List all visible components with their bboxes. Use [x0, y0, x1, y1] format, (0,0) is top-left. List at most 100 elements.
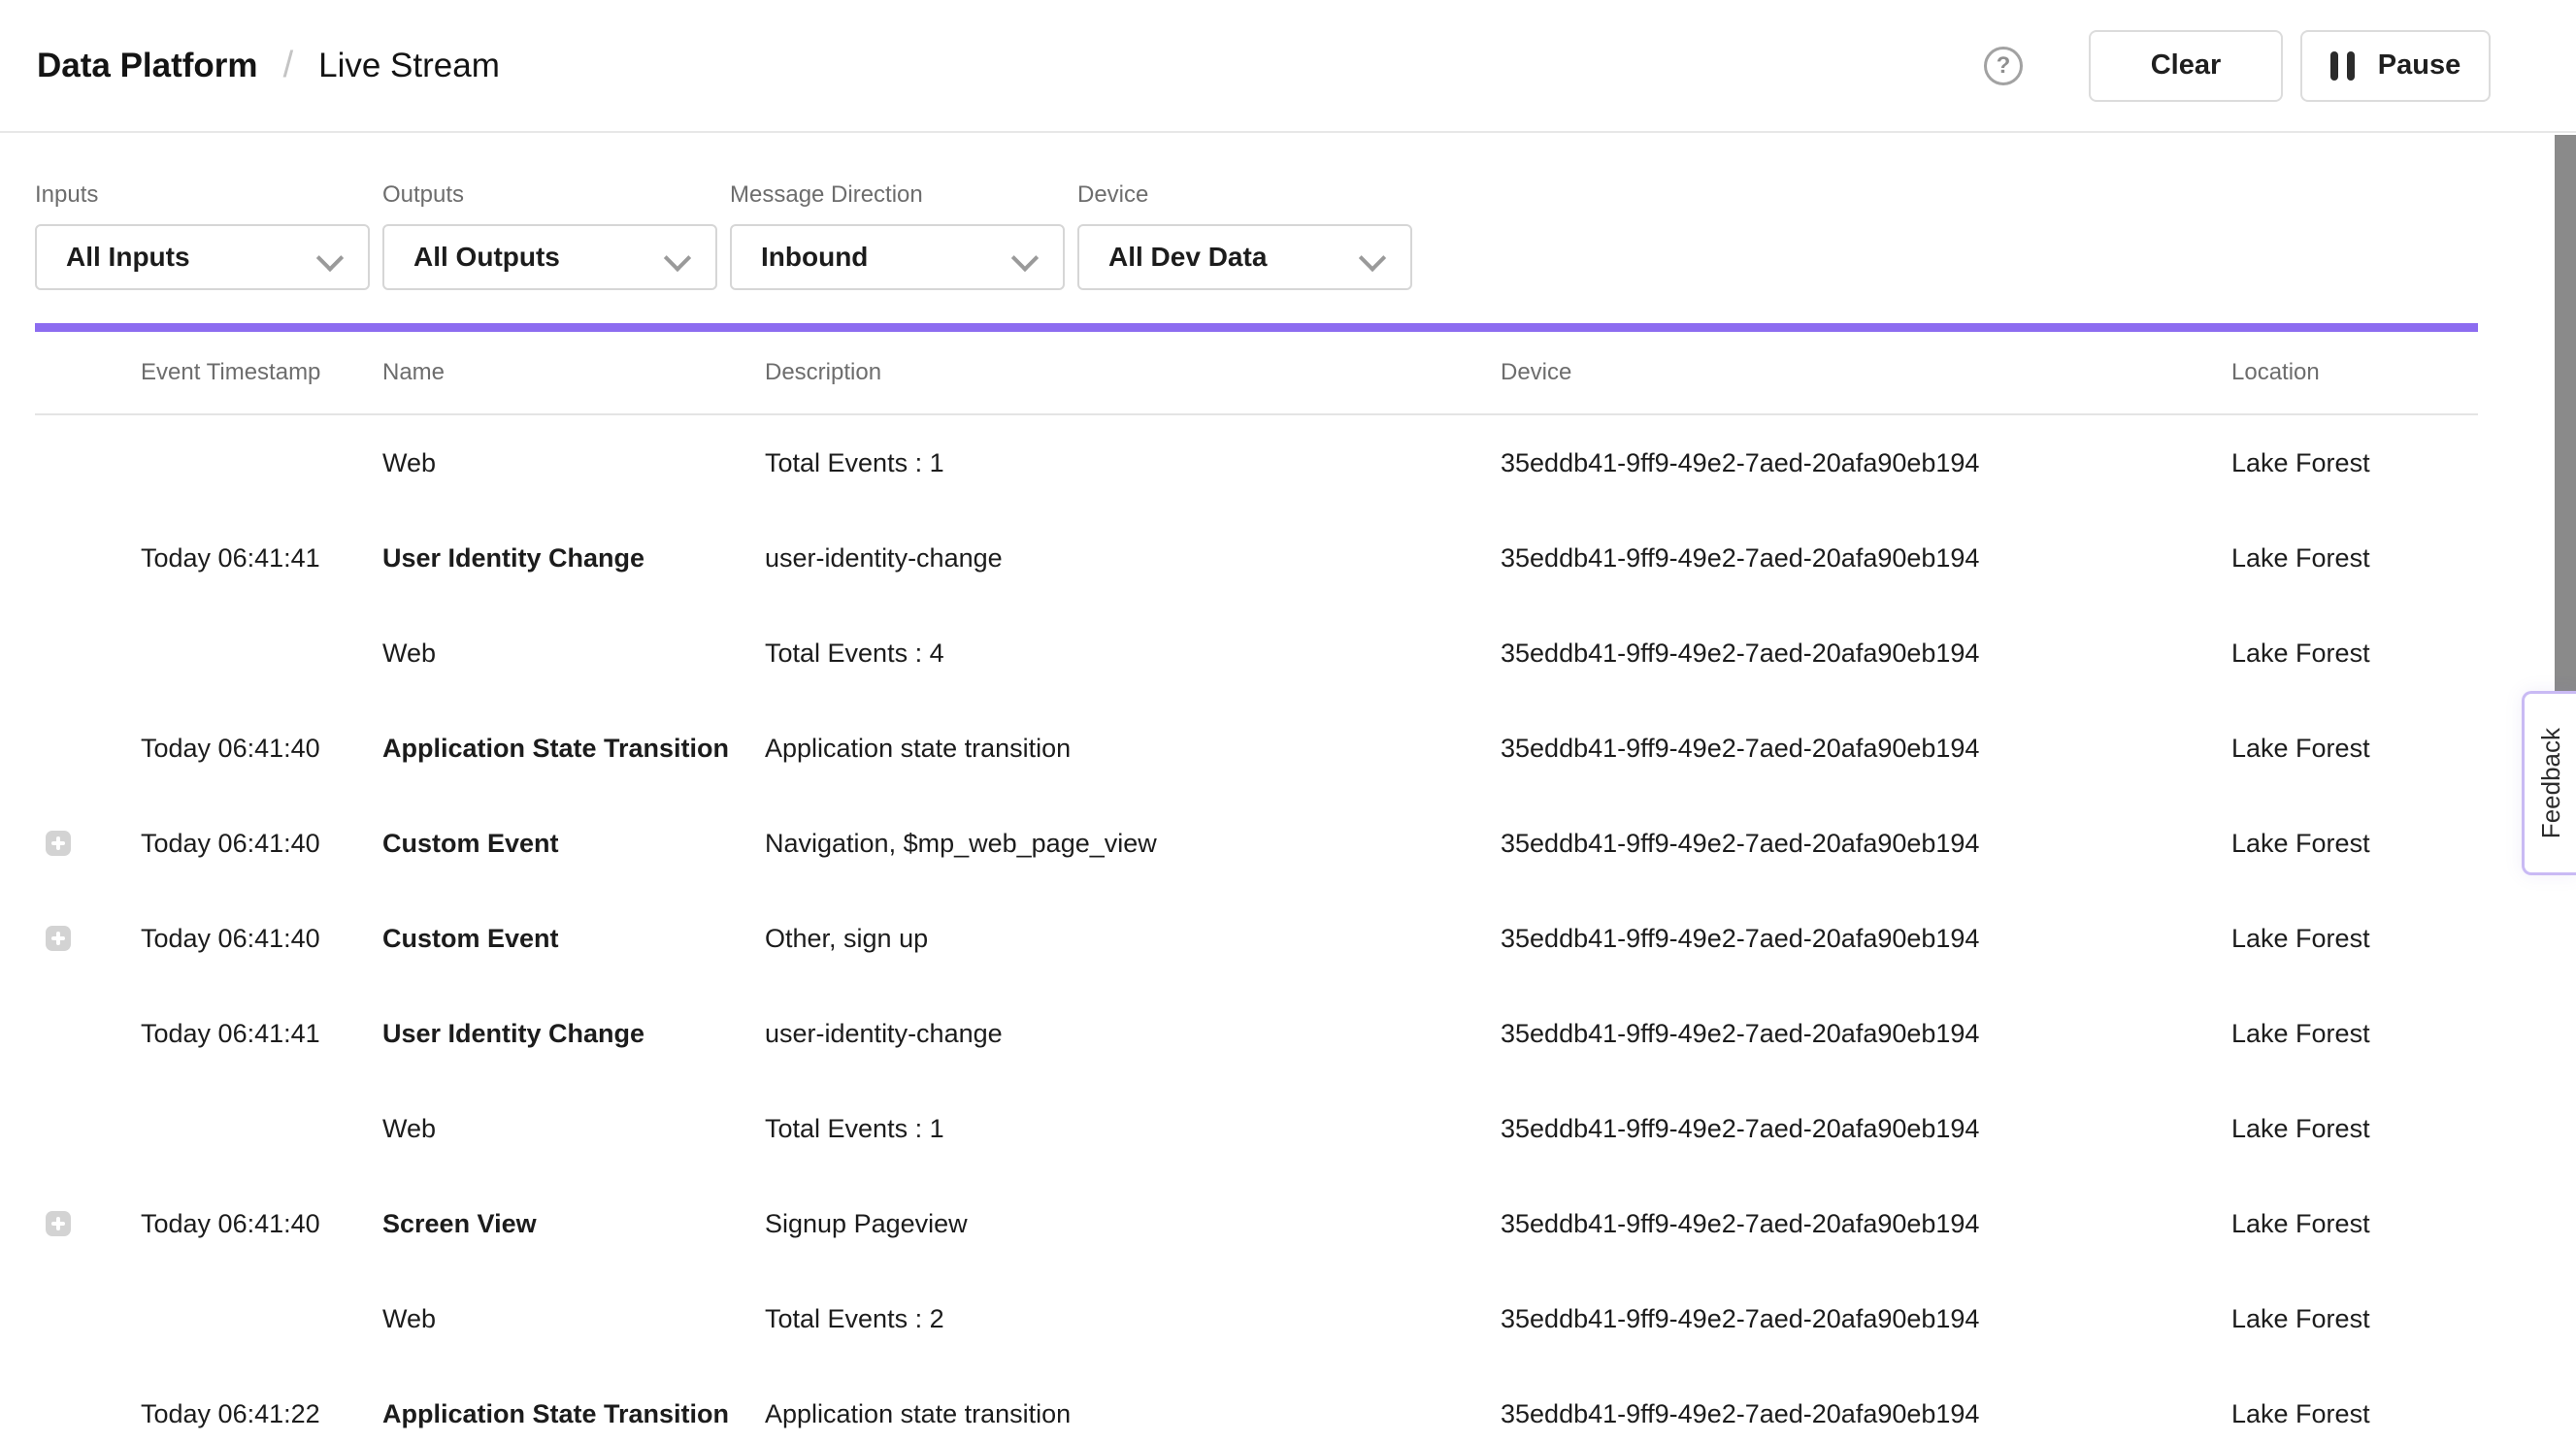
table-row[interactable]: Today 06:41:41User Identity Changeuser-i…	[35, 510, 2478, 606]
table-row[interactable]: WebTotal Events : 135eddb41-9ff9-49e2-7a…	[35, 415, 2478, 510]
device-id: 35eddb41-9ff9-49e2-7aed-20afa90eb194	[1501, 1209, 2231, 1239]
event-description: Navigation, $mp_web_page_view	[765, 829, 1501, 859]
event-description: Total Events : 2	[765, 1304, 1501, 1334]
plus-icon	[56, 836, 60, 850]
device-id: 35eddb41-9ff9-49e2-7aed-20afa90eb194	[1501, 543, 2231, 574]
inputs-dropdown-value: All Inputs	[66, 242, 190, 273]
column-header-event-timestamp: Event Timestamp	[141, 359, 382, 386]
breadcrumb-separator: /	[283, 45, 294, 86]
event-name: Web	[382, 1114, 765, 1144]
feedback-tab-label: Feedback	[2536, 728, 2566, 838]
breadcrumb: Data Platform / Live Stream	[37, 45, 500, 86]
clear-button[interactable]: Clear	[2089, 30, 2283, 102]
pause-button[interactable]: Pause	[2300, 30, 2491, 102]
table-row[interactable]: Today 06:41:40Custom EventOther, sign up…	[35, 891, 2478, 986]
event-name: Screen View	[382, 1209, 765, 1239]
event-timestamp: Today 06:41:40	[141, 924, 382, 954]
column-header-description: Description	[765, 359, 1501, 386]
feedback-tab[interactable]: Feedback	[2522, 691, 2576, 875]
event-location: Lake Forest	[2231, 734, 2478, 764]
filter-outputs: Outputs All Outputs	[382, 181, 717, 290]
event-location: Lake Forest	[2231, 829, 2478, 859]
table-row[interactable]: WebTotal Events : 235eddb41-9ff9-49e2-7a…	[35, 1271, 2478, 1366]
event-description: Total Events : 1	[765, 448, 1501, 478]
event-description: Total Events : 1	[765, 1114, 1501, 1144]
filter-device-label: Device	[1077, 181, 1412, 209]
live-stream-page: Data Platform / Live Stream ? Clear Paus…	[0, 0, 2576, 1442]
event-description: Application state transition	[765, 1399, 1501, 1429]
device-dropdown-value: All Dev Data	[1108, 242, 1267, 273]
table-row[interactable]: Today 06:41:40Custom EventNavigation, $m…	[35, 796, 2478, 891]
chevron-down-icon	[319, 246, 341, 268]
event-description: Application state transition	[765, 734, 1501, 764]
table-row[interactable]: Today 06:41:40Screen ViewSignup Pageview…	[35, 1176, 2478, 1271]
event-location: Lake Forest	[2231, 924, 2478, 954]
row-expand-cell	[35, 1211, 141, 1236]
filter-message-direction-label: Message Direction	[730, 181, 1065, 209]
event-description: user-identity-change	[765, 543, 1501, 574]
accent-divider	[35, 323, 2478, 332]
event-location: Lake Forest	[2231, 1209, 2478, 1239]
table-row[interactable]: Today 06:41:41User Identity Changeuser-i…	[35, 986, 2478, 1081]
event-name: Web	[382, 639, 765, 669]
events-table: Event Timestamp Name Description Device …	[35, 332, 2478, 1442]
event-timestamp: Today 06:41:40	[141, 1209, 382, 1239]
table-body: WebTotal Events : 135eddb41-9ff9-49e2-7a…	[35, 415, 2478, 1442]
device-id: 35eddb41-9ff9-49e2-7aed-20afa90eb194	[1501, 829, 2231, 859]
device-dropdown[interactable]: All Dev Data	[1077, 224, 1412, 290]
expand-row-button[interactable]	[46, 1211, 71, 1236]
message-direction-dropdown-value: Inbound	[761, 242, 868, 273]
event-location: Lake Forest	[2231, 1399, 2478, 1429]
table-row[interactable]: Today 06:41:40Application State Transiti…	[35, 701, 2478, 796]
column-header-location: Location	[2231, 359, 2478, 386]
expand-row-button[interactable]	[46, 926, 71, 951]
event-location: Lake Forest	[2231, 639, 2478, 669]
event-name: Web	[382, 1304, 765, 1334]
outputs-dropdown[interactable]: All Outputs	[382, 224, 717, 290]
expand-row-button[interactable]	[46, 831, 71, 856]
page-header: Data Platform / Live Stream ? Clear Paus…	[0, 0, 2576, 133]
event-name: Custom Event	[382, 924, 765, 954]
table-row[interactable]: WebTotal Events : 435eddb41-9ff9-49e2-7a…	[35, 606, 2478, 701]
help-icon[interactable]: ?	[1984, 47, 2023, 85]
event-timestamp: Today 06:41:41	[141, 543, 382, 574]
column-header-device: Device	[1501, 359, 2231, 386]
chevron-down-icon	[1014, 246, 1036, 268]
event-location: Lake Forest	[2231, 1304, 2478, 1334]
plus-icon	[56, 1217, 60, 1230]
event-timestamp: Today 06:41:40	[141, 734, 382, 764]
event-timestamp: Today 06:41:41	[141, 1019, 382, 1049]
event-name: Web	[382, 448, 765, 478]
event-name: User Identity Change	[382, 543, 765, 574]
inputs-dropdown[interactable]: All Inputs	[35, 224, 370, 290]
table-row[interactable]: WebTotal Events : 135eddb41-9ff9-49e2-7a…	[35, 1081, 2478, 1176]
event-name: User Identity Change	[382, 1019, 765, 1049]
device-id: 35eddb41-9ff9-49e2-7aed-20afa90eb194	[1501, 1399, 2231, 1429]
event-name: Application State Transition	[382, 1399, 765, 1429]
pause-button-label: Pause	[2378, 49, 2460, 82]
filters-bar: Inputs All Inputs Outputs All Outputs Me…	[0, 133, 2576, 290]
outputs-dropdown-value: All Outputs	[413, 242, 560, 273]
event-description: Other, sign up	[765, 924, 1501, 954]
filter-inputs: Inputs All Inputs	[35, 181, 370, 290]
pause-icon	[2330, 51, 2355, 81]
event-description: user-identity-change	[765, 1019, 1501, 1049]
chevron-down-icon	[1362, 246, 1383, 268]
device-id: 35eddb41-9ff9-49e2-7aed-20afa90eb194	[1501, 924, 2231, 954]
filter-device: Device All Dev Data	[1077, 181, 1412, 290]
event-timestamp: Today 06:41:22	[141, 1399, 382, 1429]
row-expand-cell	[35, 831, 141, 856]
filter-message-direction: Message Direction Inbound	[730, 181, 1065, 290]
table-row[interactable]: Today 06:41:22Application State Transiti…	[35, 1366, 2478, 1442]
breadcrumb-data-platform[interactable]: Data Platform	[37, 47, 258, 85]
event-timestamp: Today 06:41:40	[141, 829, 382, 859]
table-header-row: Event Timestamp Name Description Device …	[35, 332, 2478, 415]
filter-outputs-label: Outputs	[382, 181, 717, 209]
header-actions: ? Clear Pause	[1984, 30, 2491, 102]
filter-inputs-label: Inputs	[35, 181, 370, 209]
event-description: Total Events : 4	[765, 639, 1501, 669]
vertical-scrollbar[interactable]	[2555, 135, 2576, 691]
event-description: Signup Pageview	[765, 1209, 1501, 1239]
message-direction-dropdown[interactable]: Inbound	[730, 224, 1065, 290]
event-location: Lake Forest	[2231, 543, 2478, 574]
